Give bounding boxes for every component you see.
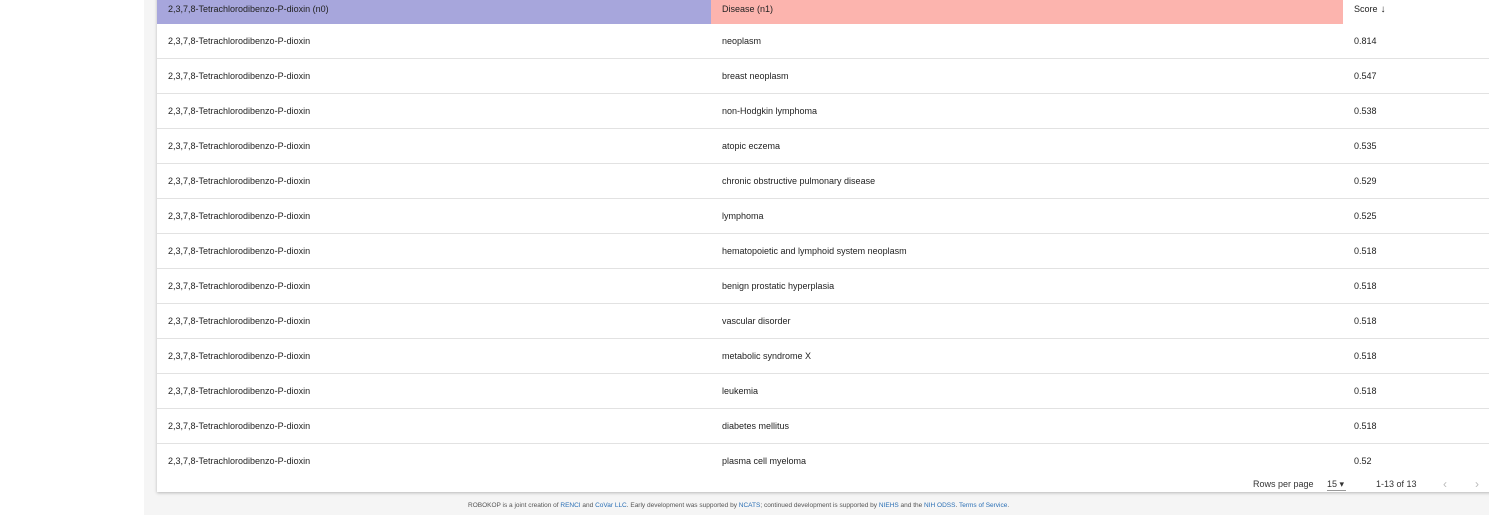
disease-cell: chronic obstructive pulmonary disease: [711, 163, 1343, 199]
score-cell: 0.518: [1343, 233, 1489, 269]
chevron-left-icon[interactable]: ‹: [1443, 477, 1447, 491]
chemical-cell: 2,3,7,8-Tetrachlorodibenzo-P-dioxin: [157, 128, 711, 164]
chemical-cell: 2,3,7,8-Tetrachlorodibenzo-P-dioxin: [157, 338, 711, 374]
footer-text: and: [580, 502, 596, 509]
rows-per-page-select[interactable]: 15 ▾: [1327, 479, 1347, 491]
table-row[interactable]: 2,3,7,8-Tetrachlorodibenzo-P-dioxin metab…: [157, 338, 1489, 374]
results-table: 2,3,7,8-Tetrachlorodibenzo-P-dioxin (n0)…: [157, 0, 1489, 478]
column-header-chemical-label: 2,3,7,8-Tetrachlorodibenzo-P-dioxin (n0): [168, 4, 329, 14]
table-row[interactable]: 2,3,7,8-Tetrachlorodibenzo-P-dioxin atopi…: [157, 128, 1489, 164]
table-row[interactable]: 2,3,7,8-Tetrachlorodibenzo-P-dioxin diabe…: [157, 408, 1489, 444]
table-header-row: 2,3,7,8-Tetrachlorodibenzo-P-dioxin (n0)…: [157, 0, 1489, 24]
sort-descending-icon[interactable]: ↓: [1381, 4, 1386, 15]
score-cell: 0.525: [1343, 198, 1489, 234]
score-cell: 0.518: [1343, 303, 1489, 339]
table-row[interactable]: 2,3,7,8-Tetrachlorodibenzo-P-dioxin breas…: [157, 58, 1489, 94]
column-header-chemical[interactable]: 2,3,7,8-Tetrachlorodibenzo-P-dioxin (n0): [157, 0, 711, 24]
table-row[interactable]: 2,3,7,8-Tetrachlorodibenzo-P-dioxin leuke…: [157, 373, 1489, 409]
rows-per-page-label: Rows per page: [1253, 479, 1314, 489]
niehs-link[interactable]: NIEHS: [879, 502, 899, 509]
column-header-disease-label: Disease (n1): [722, 4, 774, 14]
dropdown-arrow-icon: ▾: [1339, 479, 1345, 489]
score-cell: 0.518: [1343, 338, 1489, 374]
table-row[interactable]: 2,3,7,8-Tetrachlorodibenzo-P-dioxin non-H…: [157, 93, 1489, 129]
disease-cell: lymphoma: [711, 198, 1343, 234]
chemical-cell: 2,3,7,8-Tetrachlorodibenzo-P-dioxin: [157, 58, 711, 94]
footer-text: .: [1007, 502, 1010, 509]
results-table-card: 2,3,7,8-Tetrachlorodibenzo-P-dioxin (n0)…: [157, 0, 1489, 492]
footer-text: and the: [898, 502, 925, 509]
table-row[interactable]: 2,3,7,8-Tetrachlorodibenzo-P-dioxin lymph…: [157, 198, 1489, 234]
score-cell: 0.535: [1343, 128, 1489, 164]
disease-cell: hematopoietic and lymphoid system neopla…: [711, 233, 1343, 269]
table-row[interactable]: 2,3,7,8-Tetrachlorodibenzo-P-dioxin benig…: [157, 268, 1489, 304]
column-header-score[interactable]: Score ↓: [1343, 0, 1489, 24]
chemical-cell: 2,3,7,8-Tetrachlorodibenzo-P-dioxin: [157, 268, 711, 304]
score-cell: 0.814: [1354, 36, 1377, 46]
disease-cell: benign prostatic hyperplasia: [711, 268, 1343, 304]
disease-cell: metabolic syndrome X: [711, 338, 1343, 374]
rows-per-page-value: 15: [1327, 479, 1338, 489]
table-row[interactable]: 2,3,7,8-Tetrachlorodibenzo-P-dioxin plasm…: [157, 443, 1489, 478]
chevron-right-icon[interactable]: ›: [1475, 477, 1479, 491]
chemical-cell: 2,3,7,8-Tetrachlorodibenzo-P-dioxin: [157, 408, 711, 444]
chemical-cell: 2,3,7,8-Tetrachlorodibenzo-P-dioxin: [168, 36, 311, 46]
renci-link[interactable]: RENCI: [560, 502, 580, 509]
terms-of-service-link[interactable]: Terms of Service: [959, 502, 1007, 509]
nih-odss-link[interactable]: NIH ODSS: [924, 502, 955, 509]
footer-text: ; continued development is supported by: [760, 502, 879, 509]
score-cell: 0.518: [1343, 408, 1489, 444]
chemical-cell: 2,3,7,8-Tetrachlorodibenzo-P-dioxin: [157, 233, 711, 269]
disease-cell: leukemia: [711, 373, 1343, 409]
ncats-link[interactable]: NCATS: [739, 502, 761, 509]
score-cell: 0.518: [1343, 268, 1489, 304]
chemical-cell: 2,3,7,8-Tetrachlorodibenzo-P-dioxin: [157, 198, 711, 234]
table-row[interactable]: 2,3,7,8-Tetrachlorodibenzo-P-dioxin chron…: [157, 163, 1489, 199]
disease-cell: diabetes mellitus: [711, 408, 1343, 444]
score-cell: 0.529: [1343, 163, 1489, 199]
table-row[interactable]: 2,3,7,8-Tetrachlorodibenzo-P-dioxin vascu…: [157, 303, 1489, 339]
disease-cell: neoplasm: [722, 36, 762, 46]
score-cell: 0.538: [1343, 93, 1489, 129]
chemical-cell: 2,3,7,8-Tetrachlorodibenzo-P-dioxin: [157, 373, 711, 409]
covar-link[interactable]: CoVar LLC: [595, 502, 627, 509]
chemical-cell: 2,3,7,8-Tetrachlorodibenzo-P-dioxin: [157, 93, 711, 129]
chemical-cell: 2,3,7,8-Tetrachlorodibenzo-P-dioxin: [157, 163, 711, 199]
column-header-score-label: Score: [1354, 3, 1378, 14]
score-cell: 0.52: [1343, 443, 1489, 478]
chemical-cell: 2,3,7,8-Tetrachlorodibenzo-P-dioxin: [157, 443, 711, 478]
disease-cell: vascular disorder: [711, 303, 1343, 339]
footer: ROBOKOP is a joint creation of RENCI and…: [144, 502, 1489, 509]
pagination-range: 1-13 of 13: [1376, 479, 1417, 489]
column-header-disease[interactable]: Disease (n1): [711, 0, 1343, 24]
footer-text: ROBOKOP is a joint creation of: [468, 502, 561, 509]
disease-cell: atopic eczema: [711, 128, 1343, 164]
disease-cell: plasma cell myeloma: [711, 443, 1343, 478]
disease-cell: breast neoplasm: [711, 58, 1343, 94]
disease-cell: non-Hodgkin lymphoma: [711, 93, 1343, 129]
table-row[interactable]: 2,3,7,8-Tetrachlorodibenzo-P-dioxin neopl…: [157, 24, 1489, 59]
table-row[interactable]: 2,3,7,8-Tetrachlorodibenzo-P-dioxin hemat…: [157, 233, 1489, 269]
score-cell: 0.547: [1343, 58, 1489, 94]
chemical-cell: 2,3,7,8-Tetrachlorodibenzo-P-dioxin: [157, 303, 711, 339]
score-cell: 0.518: [1343, 373, 1489, 409]
pagination: Rows per page 15 ▾ 1-13 of 13 ‹ ›: [157, 474, 1489, 494]
footer-text: . Early development was supported by: [626, 502, 739, 509]
